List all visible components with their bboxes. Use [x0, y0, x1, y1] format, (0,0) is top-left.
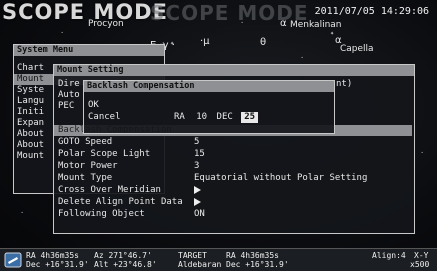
star-label-menkalinan: Menkalinan: [290, 20, 342, 30]
star-mark-3: α: [280, 18, 287, 29]
mount-setting-label: Dire: [58, 79, 80, 89]
mount-setting-label: Motor Power: [58, 161, 118, 171]
mount-setting-label: Following Object: [58, 209, 145, 219]
mount-setting-row[interactable]: Cross Over Meridian: [54, 185, 412, 196]
cancel-button[interactable]: Cancel: [88, 112, 121, 123]
mount-setting-label: Cross Over Meridian: [58, 185, 161, 195]
align-count: Align:4: [372, 251, 406, 260]
datetime: 2011/07/05 14:29:06: [314, 6, 429, 17]
target-label: TARGET: [178, 251, 207, 260]
current-az: Az 271°46.7': [94, 251, 152, 260]
mount-setting-row[interactable]: GOTO Speed 5: [54, 137, 412, 148]
backlash-values: RA 10 DEC 25: [174, 112, 259, 123]
mount-setting-label: Auto: [58, 90, 80, 100]
mount-setting-value: Equatorial without Polar Setting: [194, 173, 368, 183]
mount-setting-title: Mount Setting: [54, 65, 414, 76]
arrow-right-icon[interactable]: [194, 197, 201, 208]
mount-setting-label: Polar Scope Light: [58, 149, 151, 159]
star-label-procyon: Procyon: [88, 19, 124, 29]
mode-title: SCOPE MODE: [2, 0, 168, 24]
arrow-right-icon[interactable]: [194, 185, 201, 196]
star-mark-4: θ: [260, 37, 267, 48]
star-mark-5: α: [335, 35, 342, 46]
ra-label: RA: [174, 112, 185, 122]
mount-setting-value: 3: [194, 161, 200, 171]
mount-setting-row[interactable]: Motor Power 3: [54, 161, 412, 172]
backlash-dialog: Backlash Compensation OK Cancel RA 10 DE…: [83, 80, 335, 134]
mount-setting-value: 15: [194, 149, 205, 159]
dec-label: DEC: [216, 112, 233, 122]
mount-setting-fragment: nt): [336, 79, 353, 89]
mount-setting-value: ON: [194, 209, 205, 219]
mount-setting-label: PEC: [58, 101, 75, 111]
ra-value-field[interactable]: 10: [196, 112, 207, 122]
telescope-icon: [4, 252, 22, 268]
mount-setting-row[interactable]: Polar Scope Light 15: [54, 149, 412, 160]
target-name: Aldebaran: [178, 260, 222, 269]
ok-button[interactable]: OK: [88, 100, 99, 111]
star-label-capella: Capella: [340, 44, 374, 54]
mount-setting-value: 5: [194, 137, 200, 147]
xy-mode: X-Y: [414, 251, 429, 260]
mount-setting-label: GOTO Speed: [58, 137, 113, 147]
target-ra: RA 4h36m35s: [226, 251, 279, 260]
current-dec: Dec +16°31.9': [26, 260, 89, 269]
dec-value-field[interactable]: 25: [241, 112, 259, 123]
zoom-level: x500: [410, 260, 430, 269]
mount-setting-label: Mount Type: [58, 173, 113, 183]
system-menu-title: System Menu: [14, 45, 164, 56]
current-alt: Alt +23°46.8': [94, 260, 157, 269]
target-dec: Dec +16°31.9': [226, 260, 289, 269]
current-ra: RA 4h36m35s: [26, 251, 79, 260]
mount-setting-label: Delete Align Point Data: [58, 197, 183, 207]
scope-screen: · ✦ · · · · · ✦ SCOPE MODE SCOPE MODE 20…: [0, 0, 437, 271]
mount-setting-row[interactable]: Mount Type Equatorial without Polar Sett…: [54, 173, 412, 184]
backlash-dialog-title: Backlash Compensation: [84, 81, 334, 92]
mount-setting-row[interactable]: Delete Align Point Data: [54, 197, 412, 208]
mount-setting-row[interactable]: Following Object ON: [54, 209, 412, 220]
star-mark-2: ·μ: [200, 36, 210, 47]
status-bar: RA 4h36m35s Dec +16°31.9' Az 271°46.7' A…: [0, 248, 437, 271]
